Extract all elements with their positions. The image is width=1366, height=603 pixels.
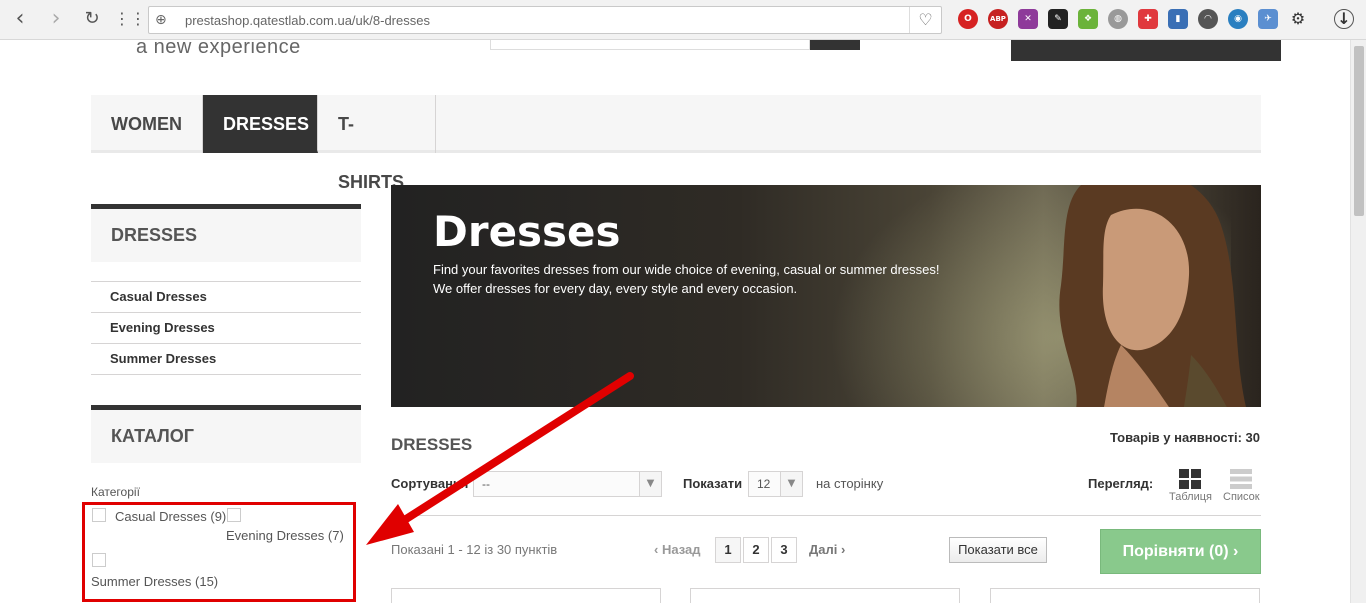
next-label: Далі	[809, 542, 838, 557]
divider	[391, 515, 1261, 516]
address-url[interactable]: prestashop.qatestlab.com.ua/uk/8-dresses	[185, 13, 430, 28]
scrollbar-thumb[interactable]	[1354, 46, 1364, 216]
browser-toolbar: ‹ › ↻ ⋮⋮ ⊕ prestashop.qatestlab.com.ua/u…	[0, 0, 1366, 40]
sort-label: Сортування	[391, 476, 469, 491]
product-count: Товарів у наявності: 30	[1110, 430, 1261, 445]
settings-icon[interactable]: ⚙	[1288, 9, 1308, 29]
puzzle-icon[interactable]: ❖	[1078, 9, 1098, 29]
back-icon[interactable]: ‹	[8, 8, 32, 32]
vpn-icon[interactable]: ◉	[1228, 9, 1248, 29]
sort-select[interactable]: -- ▼	[473, 471, 662, 497]
reload-icon[interactable]: ↻	[80, 8, 104, 32]
headphones-icon[interactable]: ◠	[1198, 9, 1218, 29]
catalog-title: Каталог	[91, 405, 361, 463]
page-scrollbar[interactable]	[1350, 40, 1366, 603]
list-view-label[interactable]: Список	[1223, 491, 1260, 503]
product-card[interactable]	[391, 588, 661, 603]
banner-model-image	[1059, 185, 1247, 407]
product-card[interactable]	[990, 588, 1260, 603]
perpage-value: 12	[757, 477, 771, 491]
banner-title: Dresses	[433, 207, 621, 256]
banner-description-1: Find your favorites dresses from our wid…	[433, 262, 940, 277]
perpage-suffix: на сторінку	[816, 476, 884, 491]
pagination-prev[interactable]: ‹ Назад	[654, 542, 701, 557]
subcategory-summer[interactable]: Summer Dresses	[91, 343, 361, 375]
perpage-label: Показати	[683, 476, 743, 491]
heart-icon[interactable]: ♡	[909, 7, 941, 33]
x-icon[interactable]: ✕	[1018, 9, 1038, 29]
address-bar[interactable]: ⊕ prestashop.qatestlab.com.ua/uk/8-dress…	[148, 6, 942, 34]
edit-icon[interactable]: ✎	[1048, 9, 1068, 29]
download-icon[interactable]: ↓	[1334, 9, 1354, 29]
abp-icon[interactable]: ABP	[988, 9, 1008, 29]
logo-tagline: a new experience	[136, 40, 301, 58]
globe-ext-icon[interactable]: ◍	[1108, 9, 1128, 29]
show-all-button[interactable]: Показати все	[949, 537, 1047, 563]
menu-item-tshirts[interactable]: T-shirts	[318, 95, 436, 192]
cart-block[interactable]	[1011, 40, 1281, 61]
showing-range: Показані 1 - 12 із 30 пунктів	[391, 542, 558, 557]
search-input[interactable]	[490, 40, 810, 50]
category-heading: DRESSES	[391, 435, 473, 454]
grid-view-icon[interactable]	[1178, 468, 1202, 490]
top-menu: Women Dresses T-shirts	[91, 95, 1261, 192]
opera-icon[interactable]: O	[958, 9, 978, 29]
menu-item-dresses[interactable]: Dresses	[203, 95, 318, 153]
banner-description-2: We offer dresses for every day, every st…	[433, 281, 798, 296]
grid-view-label[interactable]: Таблиця	[1169, 491, 1212, 503]
product-card[interactable]	[690, 588, 960, 603]
badge-icon[interactable]: ✈	[1258, 9, 1278, 29]
pagination-page-2[interactable]: 2	[743, 537, 769, 563]
apps-grid-icon[interactable]: ⋮⋮	[114, 8, 146, 32]
subcategory-evening[interactable]: Evening Dresses	[91, 312, 361, 343]
compare-button[interactable]: Порівняти (0) ›	[1100, 529, 1261, 574]
pagination-page-3[interactable]: 3	[771, 537, 797, 563]
chevron-down-icon: ▼	[639, 472, 661, 496]
category-banner: Dresses Find your favorites dresses from…	[391, 185, 1261, 407]
pagination-page-1[interactable]: 1	[715, 537, 741, 563]
prev-label: Назад	[661, 542, 701, 557]
globe-icon: ⊕	[155, 12, 167, 28]
annotation-highlight-box	[82, 502, 356, 602]
search-button[interactable]	[810, 40, 860, 50]
subcategory-casual[interactable]: Casual Dresses	[91, 281, 361, 312]
perpage-select[interactable]: 12 ▼	[748, 471, 803, 497]
page-content: a new experience Women Dresses T-shirts …	[0, 40, 1350, 603]
filter-group-label: Категорії	[91, 485, 140, 499]
view-label: Перегляд:	[1088, 476, 1154, 491]
sidebar-category-title: Dresses	[91, 204, 361, 262]
shield-icon[interactable]: ✚	[1138, 9, 1158, 29]
compare-label: Порівняти (0)	[1122, 543, 1229, 560]
pagination-next[interactable]: Далі ›	[809, 542, 845, 557]
list-view-icon[interactable]	[1229, 468, 1253, 490]
chevron-down-icon: ▼	[780, 472, 802, 496]
sort-value: --	[482, 477, 490, 491]
book-icon[interactable]: ▮	[1168, 9, 1188, 29]
forward-icon[interactable]: ›	[44, 8, 68, 32]
menu-item-women[interactable]: Women	[91, 95, 203, 153]
